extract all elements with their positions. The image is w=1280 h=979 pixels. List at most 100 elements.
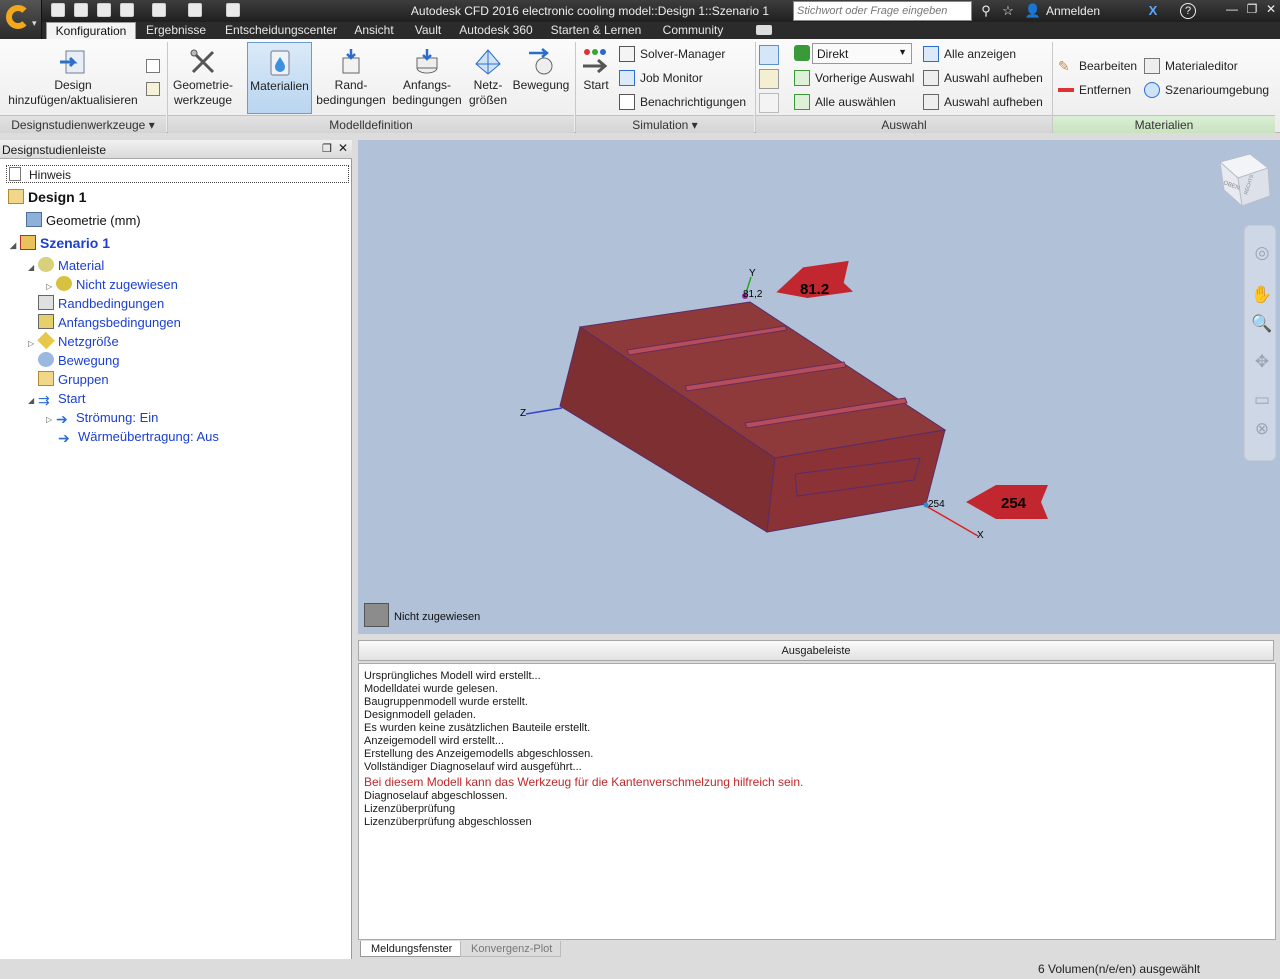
tree-mesh-size[interactable]: ▷ Netzgröße: [28, 331, 119, 353]
new-file-icon[interactable]: [51, 3, 65, 17]
collapse-triangle-icon[interactable]: ◢: [10, 236, 20, 255]
show-all-button[interactable]: Alle anzeigen: [922, 44, 1016, 64]
remove-material-button[interactable]: Entfernen: [1057, 80, 1131, 100]
hint-row[interactable]: Hinweis: [6, 165, 349, 183]
tab-konfiguration[interactable]: Konfiguration: [46, 22, 136, 39]
pencil-icon: ✎: [1058, 58, 1070, 74]
panel-modelldefinition[interactable]: Modelldefinition: [168, 115, 574, 133]
tab-community[interactable]: Community: [655, 22, 731, 39]
select-faces-icon[interactable]: [759, 93, 779, 113]
help-icon[interactable]: ?: [1180, 3, 1196, 19]
look-at-icon[interactable]: ▭: [1251, 390, 1273, 412]
tree-unassigned[interactable]: ▷ Nicht zugewiesen: [46, 275, 178, 294]
steering-wheel-icon[interactable]: ◎: [1251, 243, 1273, 265]
panel-designstudie[interactable]: Designstudienwerkzeuge ▾: [0, 115, 166, 133]
settings-icon[interactable]: [226, 3, 240, 17]
tree-flow[interactable]: ▷ ➔ Strömung: Ein: [46, 408, 158, 427]
materials-button[interactable]: Materialien: [247, 42, 312, 114]
tab-message-window[interactable]: Meldungsfenster: [360, 941, 462, 957]
mesh-icon: [475, 49, 501, 75]
search-input[interactable]: Stichwort oder Frage eingeben: [793, 1, 972, 21]
output-bar-header[interactable]: Ausgabeleiste: [358, 640, 1274, 661]
expand-triangle-icon[interactable]: ▷: [28, 334, 38, 353]
tree-material[interactable]: ◢ Material: [28, 256, 104, 275]
3d-viewport[interactable]: Y 81,2 Z X 254 81.2 254 OBEN RECHTS: [358, 140, 1280, 634]
save-as-icon[interactable]: [120, 3, 134, 17]
select-edges-icon[interactable]: [759, 69, 779, 89]
motion-button[interactable]: Bewegung: [511, 42, 571, 114]
tree-groups[interactable]: Gruppen: [38, 370, 109, 389]
minimize-icon[interactable]: —: [1222, 2, 1242, 20]
zoom-icon[interactable]: 🔍: [1251, 314, 1273, 336]
tree-motion[interactable]: Bewegung: [38, 351, 119, 370]
view-cube-icon[interactable]: [188, 3, 202, 17]
job-monitor-button[interactable]: Job Monitor: [618, 68, 703, 88]
clear-selection-icon: [923, 70, 939, 86]
initial-conditions-button[interactable]: Anfangs- bedingungen: [390, 42, 464, 114]
tab-ansicht[interactable]: Ansicht: [349, 22, 399, 39]
envelope-icon: [619, 94, 635, 110]
save-icon[interactable]: [97, 3, 111, 17]
star-icon[interactable]: ☆: [999, 3, 1017, 19]
panel-auswahl[interactable]: Auswahl: [756, 115, 1052, 133]
design-copy-icon[interactable]: [146, 59, 160, 73]
start-simulation-button[interactable]: Start: [578, 42, 614, 114]
previous-selection-button[interactable]: Vorherige Auswahl: [793, 68, 914, 88]
select-all-button[interactable]: Alle auswählen: [793, 92, 896, 112]
scenario-environment-button[interactable]: Szenarioumgebung: [1143, 80, 1269, 100]
panel-materialien[interactable]: Materialien: [1053, 115, 1275, 133]
user-icon[interactable]: 👤: [1024, 3, 1042, 19]
float-panel-icon[interactable]: ❐: [322, 142, 332, 155]
pan-hand-icon[interactable]: ✋: [1251, 285, 1273, 307]
selection-mode-dropdown[interactable]: Direkt ▼: [812, 43, 912, 64]
close-navigation-icon[interactable]: ⊗: [1251, 419, 1273, 441]
notifications-button[interactable]: Benachrichtigungen: [618, 92, 746, 112]
tab-entscheidungscenter[interactable]: Entscheidungscenter: [218, 22, 344, 39]
collapse-triangle-icon[interactable]: ◢: [28, 391, 38, 410]
tab-ergebnisse[interactable]: Ergebnisse: [142, 22, 210, 39]
expand-triangle-icon[interactable]: ▷: [46, 410, 56, 429]
design-add-update-button[interactable]: Design hinzufügen/aktualisieren: [4, 42, 142, 114]
tab-autodesk-360[interactable]: Autodesk 360: [456, 22, 536, 39]
tree-heat-transfer[interactable]: ➔ Wärmeübertragung: Aus: [58, 427, 219, 446]
open-folder-icon[interactable]: [74, 3, 88, 17]
tree-design-1[interactable]: Design 1: [8, 188, 86, 207]
material-editor-button[interactable]: Materialeditor: [1143, 56, 1238, 76]
restore-icon[interactable]: ❐: [1242, 2, 1262, 20]
app-menu-button[interactable]: ▾: [0, 0, 42, 39]
clear-selection-button-2[interactable]: Auswahl aufheben: [922, 92, 1043, 112]
tree-geometry[interactable]: Geometrie (mm): [26, 211, 141, 230]
panel-simulation[interactable]: Simulation ▾: [576, 115, 754, 133]
close-panel-icon[interactable]: ✕: [338, 141, 348, 155]
select-icon[interactable]: [152, 3, 166, 17]
clear-selection-button[interactable]: Auswahl aufheben: [922, 68, 1043, 88]
binoculars-icon[interactable]: ⚲: [977, 3, 995, 19]
tree-initial-conditions[interactable]: Anfangsbedingungen: [38, 313, 181, 332]
edit-material-button[interactable]: ✎ Bearbeiten: [1057, 56, 1137, 76]
signin-button[interactable]: Anmelden: [1046, 4, 1100, 18]
collapse-triangle-icon[interactable]: ◢: [28, 258, 38, 277]
exchange-icon[interactable]: X: [1144, 3, 1162, 18]
boundary-conditions-button[interactable]: Rand- bedingungen: [314, 42, 388, 114]
mesh-size-icon: [37, 331, 55, 350]
x-axis: [925, 505, 979, 537]
design-note-icon[interactable]: [146, 82, 160, 96]
ribbon-toggle-icon[interactable]: [756, 25, 772, 35]
tree-scenario-1[interactable]: ◢ Szenario 1: [10, 234, 110, 253]
tree-boundary-conditions[interactable]: Randbedingungen: [38, 294, 164, 313]
tab-starten-lernen[interactable]: Starten & Lernen: [546, 22, 646, 39]
callout-label-right: 254: [1001, 495, 1027, 512]
tab-convergence-plot[interactable]: Konvergenz-Plot: [460, 941, 562, 957]
close-icon[interactable]: ✕: [1261, 2, 1280, 20]
geometry-tools-button[interactable]: Geometrie- werkzeuge: [170, 42, 236, 114]
show-all-icon: [923, 46, 939, 62]
message-line: Ursprüngliches Modell wird erstellt...: [364, 670, 541, 682]
tree-start[interactable]: ◢ ⇉ Start: [28, 389, 85, 408]
solver-manager-button[interactable]: Solver-Manager: [618, 44, 725, 64]
model-view[interactable]: Y 81,2 Z X 254 81.2 254 OBEN RECHTS: [358, 140, 1280, 634]
mesh-size-button[interactable]: Netz- größen: [466, 42, 510, 114]
view-cube[interactable]: OBEN RECHTS: [1218, 153, 1271, 208]
tab-vault[interactable]: Vault: [408, 22, 448, 39]
orbit-icon[interactable]: ✥: [1251, 352, 1273, 374]
select-mode-icon[interactable]: [759, 45, 779, 65]
